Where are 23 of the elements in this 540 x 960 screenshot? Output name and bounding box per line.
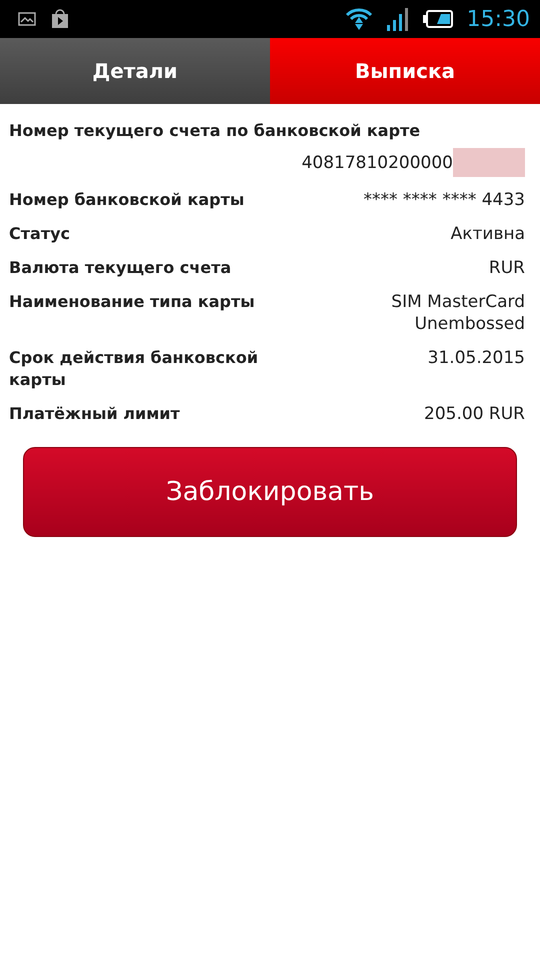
tab[interactable]: Выписка [270,38,540,104]
field-value: RUR [488,257,525,279]
battery-icon [422,10,453,28]
field-value: 205.00 RUR [424,403,525,425]
shopping-bag-icon [50,9,70,29]
field-label: Статус [9,223,70,245]
field-label: Наименование типа карты [9,291,255,313]
field-value: 40817810200000 [302,152,453,174]
clock-time: 15:30 [466,6,530,32]
field-value: **** **** **** 4433 [364,189,525,211]
field-value: 31.05.2015 [428,347,525,370]
field-value: Активна [450,223,525,245]
field-label: Номер текущего счета по банковской карте [9,120,422,142]
wifi-icon [344,7,373,31]
image-icon [18,12,36,26]
tab[interactable]: Детали [0,38,270,104]
field-label: Платёжный лимит [9,403,180,425]
field-label: Номер банковской карты [9,189,244,211]
signal-icon [386,7,409,31]
block-button[interactable]: Заблокировать [23,447,517,537]
field-label: Валюта текущего счета [9,257,232,279]
field-label: Срок действия банковской карты [9,347,260,391]
field-value: SIM MasterCard Unembossed [390,291,525,335]
